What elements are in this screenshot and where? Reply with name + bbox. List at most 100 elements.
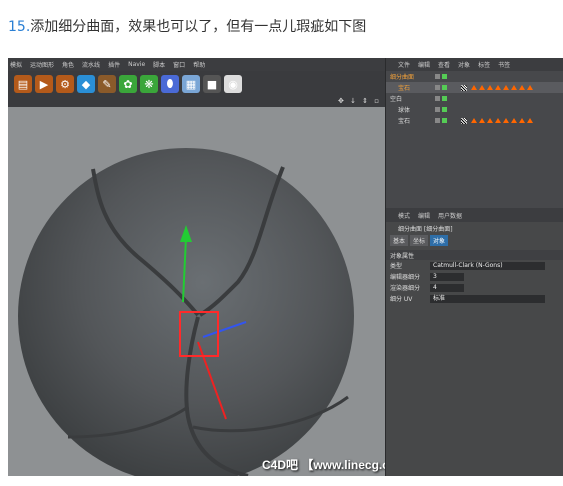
light-icon[interactable]: ◉ <box>224 75 242 93</box>
floor-icon[interactable]: ▦ <box>182 75 200 93</box>
object-list: 细分曲面 宝石 空白 球体 宝石 <box>386 71 563 208</box>
phong-tag-icon[interactable] <box>527 85 533 90</box>
cube-icon[interactable]: ◆ <box>77 75 95 93</box>
enable-check[interactable] <box>442 118 447 123</box>
object-row[interactable]: 球体 <box>386 104 563 115</box>
object-menu-2[interactable]: 查看 <box>438 60 450 69</box>
object-row[interactable]: 宝石 <box>386 115 563 126</box>
selection-tags <box>471 85 533 90</box>
object-manager-menu: 文件 编辑 查看 对象 标签 书签 <box>386 58 563 71</box>
object-menu-0[interactable]: 文件 <box>398 60 410 69</box>
property-label: 类型 <box>390 263 403 270</box>
object-row[interactable]: 空白 <box>386 93 563 104</box>
film-settings-icon[interactable]: ⚙ <box>56 75 74 93</box>
film-clapper-icon[interactable]: ▤ <box>14 75 32 93</box>
property-label: 细分 UV <box>390 296 413 303</box>
section-header: 对象属性 <box>386 250 563 260</box>
property-value[interactable]: 标准 <box>430 294 545 303</box>
visibility-dot[interactable] <box>435 107 440 112</box>
menu-item-4[interactable]: 插件 <box>108 60 120 69</box>
subtab-1[interactable]: 坐标 <box>410 234 429 246</box>
object-menu-5[interactable]: 书签 <box>498 60 510 69</box>
phong-tag-icon[interactable] <box>511 118 517 123</box>
attr-menu-0[interactable]: 模式 <box>398 211 410 220</box>
property-label: 渲染器细分 <box>390 285 421 292</box>
phong-tag-icon[interactable] <box>471 85 477 90</box>
phong-tag-icon[interactable] <box>471 118 477 123</box>
step-number: 15. <box>8 19 31 35</box>
visibility-flags[interactable] <box>435 96 457 101</box>
property-row: 细分 UV 标准 <box>386 293 563 304</box>
enable-check[interactable] <box>442 107 447 112</box>
enable-check[interactable] <box>442 85 447 90</box>
menu-item-1[interactable]: 运动图形 <box>30 60 54 69</box>
phong-tag-icon[interactable] <box>487 118 493 123</box>
visibility-dot[interactable] <box>435 74 440 79</box>
phong-tag-icon[interactable] <box>503 85 509 90</box>
phong-tag-icon[interactable] <box>479 118 485 123</box>
camera-icon[interactable]: ■ <box>203 75 221 93</box>
object-menu-4[interactable]: 标签 <box>478 60 490 69</box>
menu-item-6[interactable]: 脚本 <box>153 60 165 69</box>
property-value[interactable]: 3 <box>430 272 464 281</box>
menu-item-2[interactable]: 角色 <box>62 60 74 69</box>
visibility-dot[interactable] <box>435 96 440 101</box>
selection-tags <box>471 118 533 123</box>
enable-check[interactable] <box>442 96 447 101</box>
right-panel: 文件 编辑 查看 对象 标签 书签 细分曲面 宝石 空白 球体 宝石 模式 编辑 用户数据 细分曲面 … <box>385 58 563 476</box>
phong-tag-icon[interactable] <box>495 85 501 90</box>
toolbar: ▤ ▶ ⚙ ◆ ✎ ✿ ❋ ⬮ ▦ ■ ◉ <box>8 71 385 97</box>
object-menu-3[interactable]: 对象 <box>458 60 470 69</box>
property-list: 类型 Catmull-Clark (N-Gons) 编辑器细分 3 渲染器细分 4 细分 U… <box>386 260 563 304</box>
object-name: 细分曲面 <box>390 74 415 81</box>
menu-item-8[interactable]: 帮助 <box>193 60 205 69</box>
viewport-nav-icons[interactable]: ✥ ↓ ⇕ ▫ <box>338 97 381 105</box>
object-row[interactable]: 宝石 <box>386 82 563 93</box>
texture-tag-icon[interactable] <box>461 117 467 124</box>
phong-tag-icon[interactable] <box>511 85 517 90</box>
array-icon[interactable]: ❋ <box>140 75 158 93</box>
object-name: 宝石 <box>398 118 411 125</box>
visibility-dot[interactable] <box>435 85 440 90</box>
visibility-flags[interactable] <box>435 107 457 112</box>
phong-tag-icon[interactable] <box>519 85 525 90</box>
phong-tag-icon[interactable] <box>519 118 525 123</box>
film-play-icon[interactable]: ▶ <box>35 75 53 93</box>
menu-item-0[interactable]: 模拟 <box>10 60 22 69</box>
object-name: 空白 <box>390 96 403 103</box>
property-value[interactable]: Catmull-Clark (N-Gons) <box>430 261 545 270</box>
property-label: 编辑器细分 <box>390 274 421 281</box>
phong-tag-icon[interactable] <box>495 118 501 123</box>
attr-menu-1[interactable]: 编辑 <box>418 211 430 220</box>
attribute-menu: 模式 编辑 用户数据 <box>386 208 563 222</box>
visibility-flags[interactable] <box>435 85 457 90</box>
viewport-header: ✥ ↓ ⇕ ▫ <box>8 97 385 107</box>
pen-icon[interactable]: ✎ <box>98 75 116 93</box>
caption-text: 添加细分曲面，效果也可以了，但有一点儿瑕疵如下图 <box>30 19 367 35</box>
phong-tag-icon[interactable] <box>503 118 509 123</box>
c4d-window: 模拟 运动图形 角色 流水线 插件 Navie 脚本 窗口 帮助 ▤ ▶ ⚙ ◆ ✎ ✿ ❋ ⬮ ▦ ■ ◉ ✥ ↓… <box>8 58 563 476</box>
phong-tag-icon[interactable] <box>527 118 533 123</box>
object-row[interactable]: 细分曲面 <box>386 71 563 82</box>
viewport[interactable] <box>8 107 385 476</box>
visibility-flags[interactable] <box>435 74 457 79</box>
menu-item-7[interactable]: 窗口 <box>173 60 185 69</box>
menu-bar: 模拟 运动图形 角色 流水线 插件 Navie 脚本 窗口 帮助 <box>8 58 385 71</box>
menu-item-3[interactable]: 流水线 <box>82 60 100 69</box>
attr-menu-2[interactable]: 用户数据 <box>438 211 462 220</box>
visibility-flags[interactable] <box>435 118 457 123</box>
texture-tag-icon[interactable] <box>461 84 467 91</box>
phong-tag-icon[interactable] <box>487 85 493 90</box>
phong-tag-icon[interactable] <box>479 85 485 90</box>
visibility-dot[interactable] <box>435 118 440 123</box>
enable-check[interactable] <box>442 74 447 79</box>
subtab-0[interactable]: 基本 <box>390 234 409 246</box>
subtab-2[interactable]: 对象 <box>430 234 449 246</box>
subdivision-icon[interactable]: ✿ <box>119 75 137 93</box>
attribute-subtabs: 基本 坐标 对象 <box>386 234 563 246</box>
property-value[interactable]: 4 <box>430 283 464 292</box>
object-menu-1[interactable]: 编辑 <box>418 60 430 69</box>
deformer-icon[interactable]: ⬮ <box>161 75 179 93</box>
menu-item-5[interactable]: Navie <box>128 61 145 68</box>
object-name: 宝石 <box>398 85 411 92</box>
